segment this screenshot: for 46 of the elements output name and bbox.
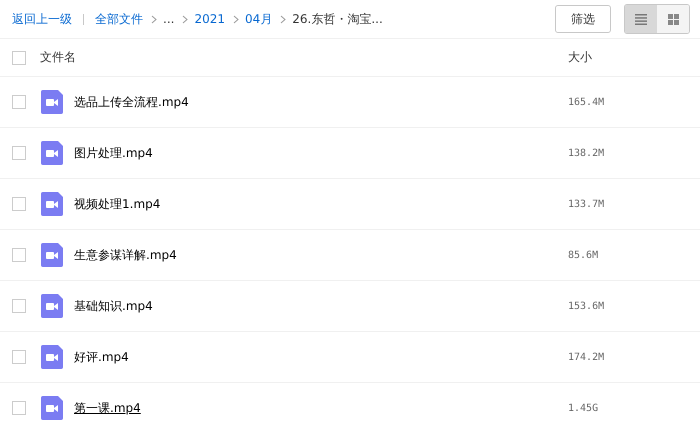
row-checkbox[interactable]	[12, 197, 26, 211]
row-checkbox[interactable]	[12, 248, 26, 262]
chevron-icon	[151, 14, 157, 24]
video-file-icon	[41, 141, 63, 165]
file-size: 153.6M	[568, 300, 604, 312]
chevron-icon	[280, 14, 286, 24]
filter-button[interactable]: 筛选	[555, 5, 611, 33]
file-name[interactable]: 生意参谋详解.mp4	[74, 246, 177, 264]
video-file-icon	[41, 345, 63, 369]
file-name[interactable]: 第一课.mp4	[74, 400, 141, 416]
row-checkbox[interactable]	[12, 95, 26, 109]
breadcrumb-item: ...	[163, 12, 174, 26]
file-size: 85.6M	[568, 250, 598, 260]
breadcrumb-item[interactable]: 04月	[245, 10, 272, 28]
row-checkbox[interactable]	[12, 146, 26, 160]
column-header: 大小	[568, 49, 592, 66]
file-name[interactable]: 视频处理1.mp4	[74, 196, 160, 212]
file-size: 174.2M	[568, 352, 604, 362]
grid-icon	[668, 14, 678, 24]
file-size: 133.7M	[568, 198, 604, 210]
chevron-icon	[233, 14, 239, 24]
back-link[interactable]: 返回上一级	[12, 10, 72, 28]
column-header: 文件名	[40, 49, 76, 66]
file-size: 1.45G	[568, 402, 598, 414]
row-checkbox[interactable]	[12, 299, 26, 313]
video-file-icon	[41, 396, 63, 420]
video-file-icon	[41, 192, 63, 216]
video-file-icon	[41, 243, 63, 267]
list-view-button[interactable]	[625, 5, 657, 33]
file-name[interactable]: 图片处理.mp4	[74, 144, 153, 162]
breadcrumb-item[interactable]: 2021	[194, 12, 225, 26]
row-checkbox[interactable]	[12, 350, 26, 364]
file-name[interactable]: 基础知识.mp4	[74, 298, 153, 314]
video-file-icon	[41, 294, 63, 318]
video-file-icon	[41, 90, 63, 114]
file-size: 138.2M	[568, 148, 604, 158]
file-name[interactable]: 选品上传全流程.mp4	[74, 94, 189, 110]
select-all-checkbox[interactable]	[12, 50, 26, 64]
breadcrumb-item: 26.东哲・淘宝...	[292, 10, 383, 28]
chevron-icon	[182, 14, 188, 24]
grid-view-button[interactable]	[657, 5, 689, 33]
row-checkbox[interactable]	[12, 401, 26, 415]
file-name[interactable]: 好评.mp4	[74, 348, 129, 366]
breadcrumb-item[interactable]: 全部文件	[95, 10, 143, 28]
list-icon	[635, 14, 647, 24]
file-size: 165.4M	[568, 96, 604, 108]
